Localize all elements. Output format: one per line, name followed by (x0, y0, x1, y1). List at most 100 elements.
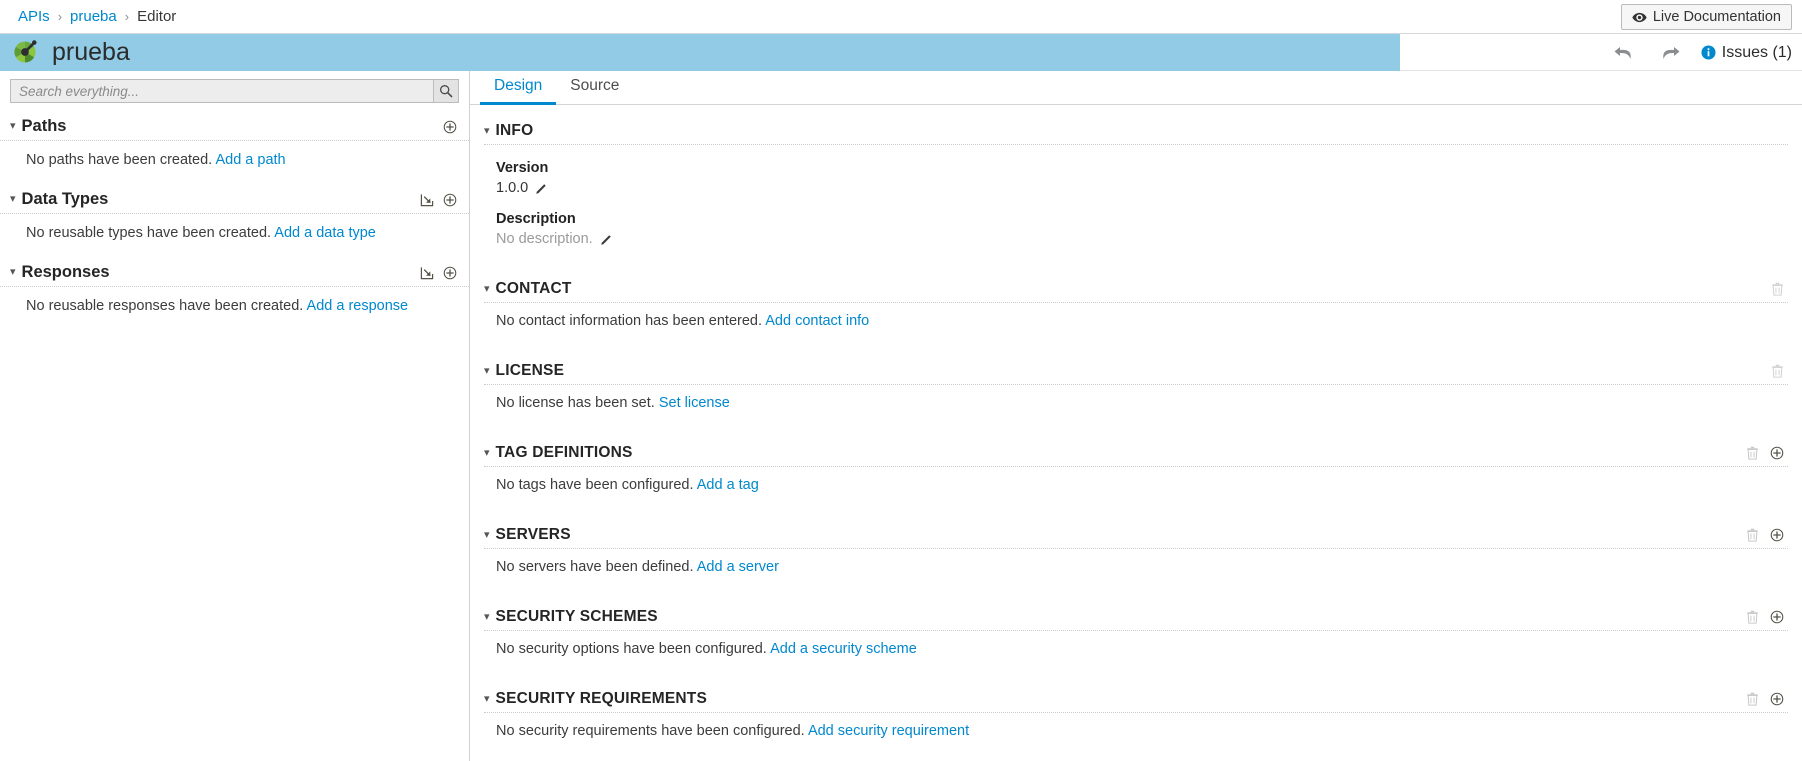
search-input[interactable] (10, 79, 433, 103)
search-button[interactable] (433, 79, 459, 103)
sidebar-section-header-data-types: ▾ Data Types (0, 182, 469, 214)
delete-all-security-schemes-trash-icon[interactable] (1746, 610, 1759, 624)
sidebar-empty-responses: No reusable responses have been created.… (0, 287, 469, 328)
main-section-header-security-schemes: ▾ SECURITY SCHEMES (484, 601, 1788, 631)
chevron-down-icon[interactable]: ▾ (484, 283, 490, 295)
main-section-title-contact: CONTACT (495, 280, 572, 297)
main-section-actions-license (1771, 364, 1784, 378)
main-section-license: ▾ LICENSE No license has been set. Set l… (484, 355, 1788, 437)
main-section-header-tag-definitions: ▾ TAG DEFINITIONS (484, 437, 1788, 467)
chevron-down-icon[interactable]: ▾ (484, 125, 490, 137)
info-circle-icon (1701, 45, 1716, 60)
main-content: ▾ INFO Version 1.0.0 Description No desc… (470, 105, 1802, 761)
add-contact-info-link[interactable]: Add contact info (765, 313, 869, 329)
chevron-down-icon[interactable]: ▾ (10, 121, 16, 132)
import-data-type-icon[interactable] (420, 193, 434, 207)
add-a-server-link[interactable]: Add a server (697, 559, 779, 575)
main-section-actions-security-schemes (1746, 610, 1784, 624)
main-section-actions-tag-definitions (1746, 446, 1784, 460)
main-empty-contact: No contact information has been entered.… (484, 303, 1788, 355)
sidebar-section-actions-responses (420, 266, 457, 280)
issues-button[interactable]: Issues (1) (1701, 44, 1792, 62)
main-section-contact: ▾ CONTACT No contact information has bee… (484, 273, 1788, 355)
chevron-down-icon[interactable]: ▾ (10, 194, 16, 205)
edit-description-pencil-icon[interactable] (600, 233, 613, 246)
delete-contact-trash-icon[interactable] (1771, 282, 1784, 296)
api-name-title: prueba (52, 37, 130, 66)
main-empty-text-security-requirements: No security requirements have been confi… (496, 723, 805, 739)
add-security-requirement-icon[interactable] (1770, 692, 1784, 706)
delete-license-trash-icon[interactable] (1771, 364, 1784, 378)
chevron-down-icon[interactable]: ▾ (10, 267, 16, 278)
add-a-data-type-link[interactable]: Add a data type (274, 225, 376, 241)
api-title-bar: prueba Issues (1) (0, 34, 1802, 71)
main-empty-servers: No servers have been defined. Add a serv… (484, 549, 1788, 601)
main-section-title-license: LICENSE (495, 362, 565, 379)
chevron-down-icon[interactable]: ▾ (484, 693, 490, 705)
add-response-icon[interactable] (443, 266, 457, 280)
tab-design[interactable]: Design (480, 71, 557, 105)
live-documentation-button[interactable]: Live Documentation (1620, 4, 1792, 30)
breadcrumb-item-apis[interactable]: APIs (18, 8, 50, 25)
add-a-tag-link[interactable]: Add a tag (697, 477, 759, 493)
set-license-link[interactable]: Set license (659, 395, 730, 411)
sidebar-empty-text-paths: No paths have been created. (26, 152, 213, 168)
sidebar-empty-text-responses: No reusable responses have been created. (26, 298, 304, 314)
main-section-tag-definitions: ▾ TAG DEFINITIONS No tags have been conf… (484, 437, 1788, 519)
chevron-down-icon[interactable]: ▾ (484, 611, 490, 623)
edit-version-pencil-icon[interactable] (535, 182, 548, 195)
breadcrumb-separator: › (57, 9, 63, 24)
main-section-header-contact: ▾ CONTACT (484, 273, 1788, 303)
live-documentation-label: Live Documentation (1652, 9, 1781, 25)
main-empty-text-security-schemes: No security options have been configured… (496, 641, 767, 657)
add-a-response-link[interactable]: Add a response (307, 298, 409, 314)
sidebar-section-responses: ▾ Responses No reusable responses have b… (0, 255, 469, 328)
add-a-path-link[interactable]: Add a path (215, 152, 285, 168)
sidebar-section-paths: ▾ Paths No paths have been created. Add … (0, 109, 469, 182)
add-server-icon[interactable] (1770, 528, 1784, 542)
sidebar-section-actions-data-types (420, 193, 457, 207)
main-section-servers: ▾ SERVERS No servers have been defined. … (484, 519, 1788, 601)
main-section-title-security-schemes: SECURITY SCHEMES (495, 608, 658, 625)
main-section-title-info: INFO (495, 122, 534, 139)
sidebar-section-title-paths: Paths (21, 117, 67, 135)
main-empty-security-requirements: No security requirements have been confi… (484, 713, 1788, 761)
main-tabs: Design Source (470, 71, 1802, 105)
add-data-type-icon[interactable] (443, 193, 457, 207)
description-value-row: No description. (496, 231, 1788, 247)
eye-icon (1632, 12, 1647, 23)
breadcrumb-bar: APIs › prueba › Editor Live Documentatio… (0, 0, 1802, 34)
add-path-icon[interactable] (443, 120, 457, 134)
chevron-down-icon[interactable]: ▾ (484, 365, 490, 377)
search-icon (439, 84, 453, 98)
chevron-down-icon[interactable]: ▾ (484, 447, 490, 459)
main-section-header-license: ▾ LICENSE (484, 355, 1788, 385)
version-label: Version (496, 160, 549, 176)
editor-body: ▾ Paths No paths have been created. Add … (0, 71, 1802, 761)
tab-source[interactable]: Source (556, 71, 633, 105)
chevron-down-icon[interactable]: ▾ (484, 529, 490, 541)
description-label: Description (496, 211, 576, 227)
add-security-scheme-icon[interactable] (1770, 610, 1784, 624)
delete-all-tags-trash-icon[interactable] (1746, 446, 1759, 460)
main-section-header-security-requirements: ▾ SECURITY REQUIREMENTS (484, 683, 1788, 713)
main-section-title-servers: SERVERS (495, 526, 571, 543)
search-row (0, 71, 469, 109)
delete-all-servers-trash-icon[interactable] (1746, 528, 1759, 542)
main-section-title-tag-definitions: TAG DEFINITIONS (495, 444, 633, 461)
delete-all-security-requirements-trash-icon[interactable] (1746, 692, 1759, 706)
import-response-icon[interactable] (420, 266, 434, 280)
add-tag-icon[interactable] (1770, 446, 1784, 460)
main-section-info: ▾ INFO Version 1.0.0 Description No desc… (484, 115, 1788, 273)
breadcrumb-item-prueba[interactable]: prueba (70, 8, 117, 25)
version-value-row: 1.0.0 (496, 180, 1788, 196)
undo-arrow-icon[interactable] (1613, 44, 1637, 62)
add-security-requirement-link[interactable]: Add security requirement (808, 723, 969, 739)
sidebar-empty-data-types: No reusable types have been created. Add… (0, 214, 469, 255)
main-empty-security-schemes: No security options have been configured… (484, 631, 1788, 683)
redo-arrow-icon[interactable] (1657, 44, 1681, 62)
add-a-security-scheme-link[interactable]: Add a security scheme (770, 641, 917, 657)
main-empty-text-servers: No servers have been defined. (496, 559, 694, 575)
sidebar-section-header-responses: ▾ Responses (0, 255, 469, 287)
main-section-actions-contact (1771, 282, 1784, 296)
